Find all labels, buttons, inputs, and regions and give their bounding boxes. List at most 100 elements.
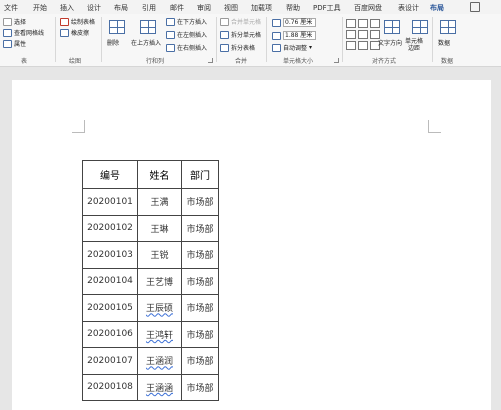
text-direction-button[interactable]: 文字方向	[378, 38, 402, 47]
split-cells-button[interactable]: 拆分单元格	[220, 30, 261, 39]
split-cells-icon	[220, 30, 229, 39]
column-width-icon	[272, 31, 281, 40]
cell-id[interactable]: 20200103	[82, 241, 138, 269]
alignment-grid	[346, 19, 380, 50]
table-row: 20200105 王辰硕 市场部	[82, 294, 219, 322]
tab-home[interactable]: 开始	[33, 3, 47, 13]
tab-baidu-netdisk[interactable]: 百度网盘	[354, 3, 382, 13]
cell-name[interactable]: 王艺博	[137, 267, 182, 295]
insert-below-button[interactable]: 在下方插入	[166, 17, 207, 26]
split-table-button[interactable]: 拆分表格	[220, 43, 255, 52]
align-top-left-icon[interactable]	[346, 19, 356, 28]
cell-name[interactable]: 王辰硕	[146, 304, 173, 314]
table-row: 20200101 王满 市场部	[82, 188, 219, 216]
insert-above-icon[interactable]	[140, 20, 156, 34]
cell-name[interactable]: 王涵涵	[146, 384, 173, 394]
data-icon[interactable]	[440, 20, 456, 34]
tab-references[interactable]: 引用	[142, 3, 156, 13]
rows-columns-launcher-icon[interactable]	[208, 58, 213, 63]
cell-department[interactable]: 市场部	[181, 188, 219, 216]
cell-department[interactable]: 市场部	[181, 373, 219, 401]
tab-layout[interactable]: 布局	[114, 3, 128, 13]
employee-table[interactable]: 编号 姓名 部门 20200101 王满 市场部 20200102 王琳 市场部…	[82, 160, 219, 401]
properties-icon	[3, 39, 12, 48]
select-button[interactable]: 选择	[3, 17, 26, 26]
cell-margins-button[interactable]: 单元格 边距	[405, 38, 423, 52]
gridlines-icon	[3, 28, 12, 37]
tab-design[interactable]: 设计	[87, 3, 101, 13]
tab-pdf-tools[interactable]: PDF工具	[313, 3, 341, 13]
cell-name[interactable]: 王琳	[137, 214, 182, 242]
cell-height-field[interactable]: 0.76 厘米	[272, 18, 316, 27]
tab-table-layout[interactable]: 布局	[427, 3, 447, 17]
header-cell-name[interactable]: 姓名	[137, 160, 182, 189]
merge-cells-icon	[220, 17, 229, 26]
text-direction-icon[interactable]	[384, 20, 400, 34]
data-button[interactable]: 数据	[438, 38, 450, 47]
cell-size-launcher-icon[interactable]	[334, 58, 339, 63]
align-bottom-left-icon[interactable]	[346, 41, 356, 50]
tab-insert[interactable]: 插入	[60, 3, 74, 13]
cell-department[interactable]: 市场部	[181, 267, 219, 295]
tab-help[interactable]: 帮助	[286, 3, 300, 13]
cell-department[interactable]: 市场部	[181, 214, 219, 242]
cell-name[interactable]: 王满	[137, 188, 182, 216]
cell-id[interactable]: 20200106	[82, 320, 138, 348]
tell-me-icon[interactable]	[470, 2, 480, 12]
group-label-cell-size: 单元格大小	[283, 58, 314, 65]
align-bottom-center-icon[interactable]	[358, 41, 368, 50]
document-page[interactable]: 编号 姓名 部门 20200101 王满 市场部 20200102 王琳 市场部…	[12, 80, 491, 410]
group-label-rows-columns: 行和列	[146, 58, 165, 65]
tab-table-design[interactable]: 表设计	[398, 3, 419, 13]
group-separator	[266, 17, 267, 62]
cell-id[interactable]: 20200101	[82, 188, 138, 216]
cell-width-field[interactable]: 1.88 厘米	[272, 31, 316, 40]
cell-margins-icon[interactable]	[412, 20, 428, 34]
tab-view[interactable]: 视图	[224, 3, 238, 13]
align-top-right-icon[interactable]	[370, 19, 380, 28]
insert-left-button[interactable]: 在左侧插入	[166, 30, 207, 39]
tab-review[interactable]: 审阅	[197, 3, 211, 13]
ribbon-tab-bar: 文件 开始 插入 设计 布局 引用 邮件 审阅 视图 加载项 帮助 PDF工具 …	[0, 0, 501, 17]
view-gridlines-button[interactable]: 查看网格线	[3, 28, 44, 37]
delete-table-icon[interactable]	[109, 20, 125, 34]
table-row: 20200108 王涵涵 市场部	[82, 373, 219, 401]
group-label-alignment: 对齐方式	[372, 58, 397, 65]
group-separator	[432, 17, 433, 62]
cell-id[interactable]: 20200104	[82, 267, 138, 295]
cell-department[interactable]: 市场部	[181, 241, 219, 269]
autofit-button[interactable]: 自动调整 ▾	[272, 43, 312, 52]
properties-button[interactable]: 属性	[3, 39, 26, 48]
cell-name[interactable]: 王涵润	[146, 357, 173, 367]
insert-above-button[interactable]: 在上方插入	[131, 38, 161, 47]
chevron-down-icon: ▾	[309, 44, 313, 51]
insert-right-button[interactable]: 在右侧插入	[166, 43, 207, 52]
eraser-button[interactable]: 橡皮擦	[60, 28, 89, 37]
draw-table-button[interactable]: 绘制表格	[60, 17, 95, 26]
align-middle-left-icon[interactable]	[346, 30, 356, 39]
align-top-center-icon[interactable]	[358, 19, 368, 28]
align-middle-center-icon[interactable]	[358, 30, 368, 39]
tab-addins[interactable]: 加载项	[251, 3, 272, 13]
cell-id[interactable]: 20200102	[82, 214, 138, 242]
group-separator	[101, 17, 102, 62]
cell-id[interactable]: 20200107	[82, 347, 138, 375]
ribbon: 选择 查看网格线 属性 表 绘制表格 橡皮擦 绘图 删除 在上方插入 在下方插入…	[0, 14, 501, 67]
delete-button[interactable]: 删除	[107, 38, 119, 47]
tab-file[interactable]: 文件	[4, 3, 18, 13]
group-separator	[55, 17, 56, 62]
table-row: 20200107 王涵润 市场部	[82, 347, 219, 375]
tab-mailings[interactable]: 邮件	[170, 3, 184, 13]
cell-department[interactable]: 市场部	[181, 320, 219, 348]
cell-department[interactable]: 市场部	[181, 294, 219, 322]
table-row: 20200103 王锐 市场部	[82, 241, 219, 269]
header-cell-department[interactable]: 部门	[181, 160, 219, 189]
header-cell-id[interactable]: 编号	[82, 160, 138, 189]
insert-below-icon	[166, 17, 175, 26]
cell-name[interactable]: 王鸿轩	[146, 331, 173, 341]
cell-name[interactable]: 王锐	[137, 241, 182, 269]
cell-department[interactable]: 市场部	[181, 347, 219, 375]
cell-id[interactable]: 20200105	[82, 294, 138, 322]
cell-id[interactable]: 20200108	[82, 373, 138, 401]
merge-cells-button[interactable]: 合并单元格	[220, 17, 261, 26]
